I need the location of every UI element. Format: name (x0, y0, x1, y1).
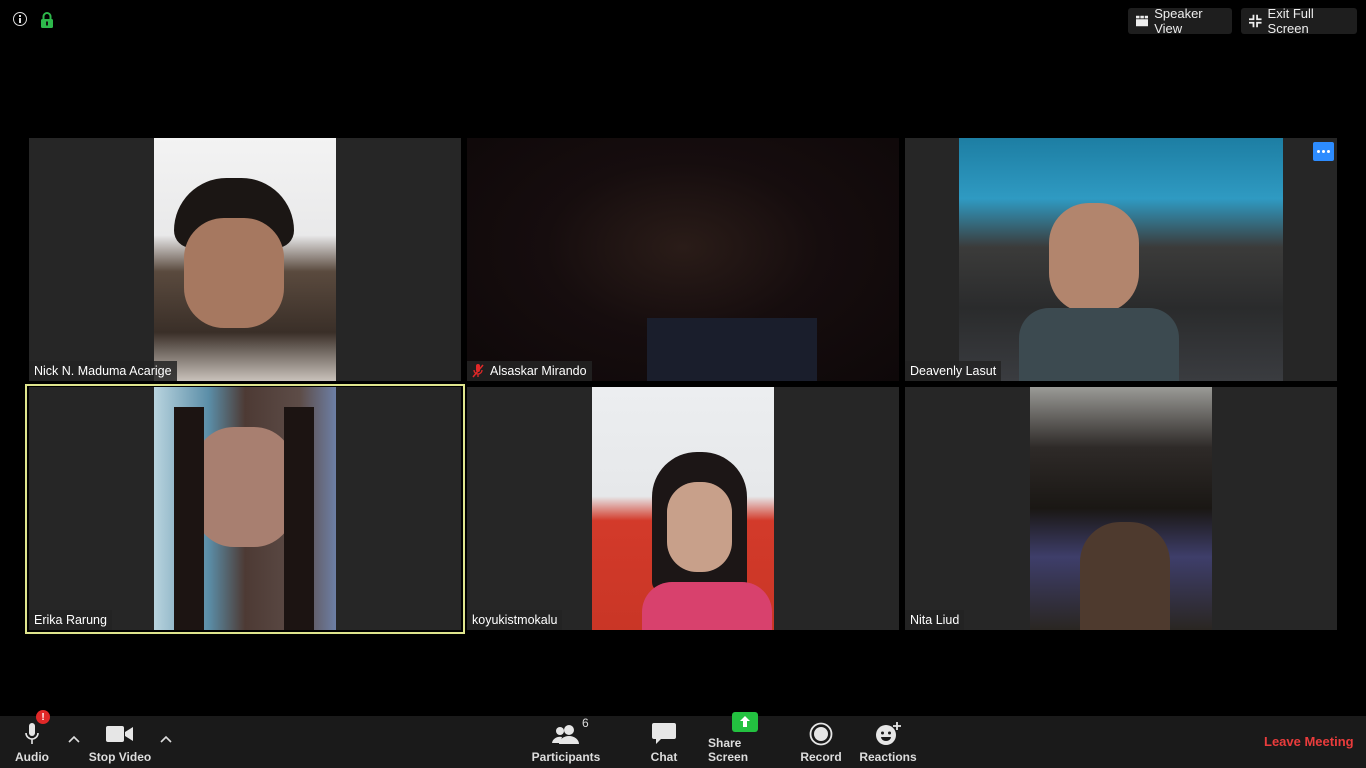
record-icon (809, 722, 833, 746)
participant-video (467, 138, 899, 381)
exit-full-screen-icon (1249, 14, 1262, 28)
reactions-label: Reactions (859, 750, 917, 764)
chat-label: Chat (650, 750, 678, 764)
record-button[interactable]: Record (798, 716, 844, 768)
audio-warning-badge: ! (36, 710, 50, 724)
exit-full-screen-button[interactable]: Exit Full Screen (1241, 6, 1357, 36)
leave-meeting-button[interactable]: Leave Meeting (1264, 734, 1354, 749)
muted-microphone-icon (472, 364, 484, 378)
stop-video-button[interactable]: Stop Video (86, 716, 154, 768)
speaker-view-icon (1136, 15, 1149, 27)
participants-icon (552, 725, 579, 744)
participant-tile-6[interactable]: Nita Liud (905, 387, 1337, 630)
participant-tile-1[interactable]: Nick N. Maduma Acarige (29, 138, 461, 381)
speaker-view-button[interactable]: Speaker View (1128, 6, 1232, 36)
active-speaker-border (25, 384, 465, 634)
participant-video (592, 387, 774, 630)
reactions-icon (876, 722, 901, 745)
chat-icon (652, 723, 676, 744)
participants-count: 6 (582, 716, 589, 730)
participants-label: Participants (531, 750, 601, 764)
share-screen-icon (732, 712, 758, 732)
audio-label: Audio (15, 750, 49, 764)
participant-name: Nita Liud (910, 613, 960, 627)
participants-button[interactable]: 6 Participants (530, 716, 602, 768)
stop-video-label: Stop Video (88, 750, 152, 764)
info-icon[interactable] (13, 12, 27, 26)
audio-button[interactable]: ! Audio (10, 710, 54, 768)
participant-name-tag: Deavenly Lasut (905, 361, 1002, 381)
participant-name-tag: Nick N. Maduma Acarige (29, 361, 177, 381)
meeting-toolbar: ! Audio Stop Video 6 Participants Chat S… (0, 710, 1366, 768)
share-screen-label: Share Screen (708, 736, 749, 764)
participant-tile-2[interactable]: Alsaskar Mirando (467, 138, 899, 381)
chat-button[interactable]: Chat (644, 716, 684, 768)
more-options-button[interactable] (1313, 142, 1334, 161)
participant-tile-5[interactable]: koyukistmokalu (467, 387, 899, 630)
participant-name: Alsaskar Mirando (490, 364, 587, 378)
participant-name-tag: Alsaskar Mirando (467, 361, 592, 381)
record-label: Record (800, 750, 842, 764)
exit-full-screen-label: Exit Full Screen (1267, 6, 1314, 36)
participant-name-tag: Nita Liud (905, 610, 965, 630)
video-camera-icon (106, 726, 133, 742)
audio-options-chevron-up-icon[interactable] (64, 730, 84, 750)
participant-video (959, 138, 1283, 381)
participant-video (1030, 387, 1212, 630)
speaker-view-label: Speaker View (1154, 6, 1203, 36)
reactions-button[interactable]: Reactions (859, 716, 917, 768)
video-options-chevron-up-icon[interactable] (156, 730, 176, 750)
share-screen-button[interactable]: Share Screen (708, 712, 782, 768)
participant-name: Deavenly Lasut (910, 364, 997, 378)
participant-video (154, 138, 336, 381)
participant-name: koyukistmokalu (472, 613, 558, 627)
participant-name: Nick N. Maduma Acarige (34, 364, 172, 378)
microphone-icon (25, 723, 39, 744)
participant-name-tag: koyukistmokalu (467, 610, 563, 630)
lock-icon[interactable] (40, 12, 54, 28)
participant-tile-3[interactable]: Deavenly Lasut (905, 138, 1337, 381)
